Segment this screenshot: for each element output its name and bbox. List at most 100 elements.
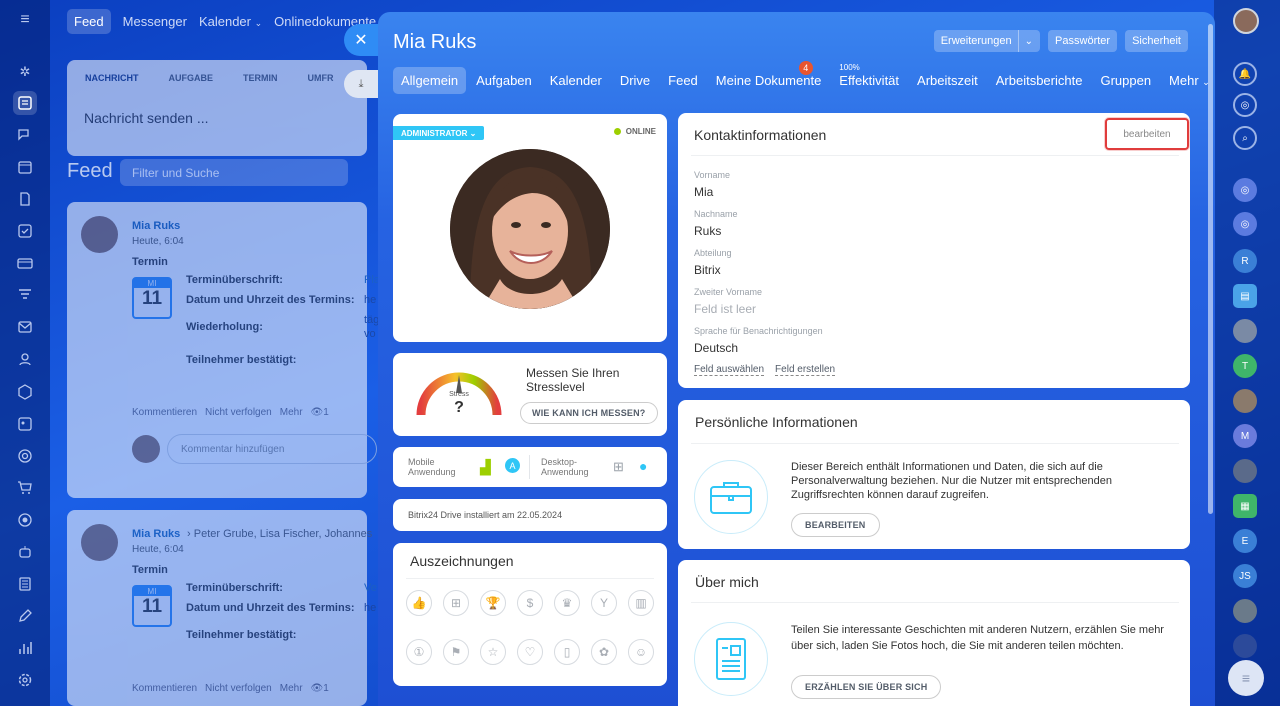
bell-icon[interactable]: 🔔: [1233, 62, 1257, 86]
chat-avatar-photo-4[interactable]: [1233, 599, 1257, 623]
unfollow-link[interactable]: Nicht verfolgen: [205, 407, 272, 418]
flower-icon[interactable]: ✿: [591, 639, 617, 665]
android-icon[interactable]: ▟: [480, 459, 491, 476]
money-bag-icon[interactable]: $: [517, 590, 543, 616]
copilot-icon[interactable]: ◎: [1233, 93, 1257, 117]
post-author[interactable]: Mia Ruks: [132, 220, 180, 232]
passwords-button[interactable]: Passwörter: [1048, 30, 1118, 52]
thumbs-up-icon[interactable]: 👍: [406, 590, 432, 616]
chat-avatar-photo[interactable]: [1233, 319, 1257, 343]
measure-stress-button[interactable]: WIE KANN ICH MESSEN?: [520, 402, 658, 424]
contacts-icon[interactable]: [13, 412, 37, 436]
close-slider-button[interactable]: ✕: [344, 24, 378, 56]
chat-avatar-e[interactable]: E: [1233, 529, 1257, 553]
chat-menu-button[interactable]: ≡: [1228, 660, 1264, 696]
chat-avatar-t[interactable]: T: [1233, 354, 1257, 378]
tab-calendar[interactable]: Kalender: [542, 67, 610, 94]
copilot-chat-icon-2[interactable]: ◎: [1233, 212, 1257, 236]
search-chat-icon[interactable]: ⌕: [1233, 126, 1257, 150]
scrollbar[interactable]: [1208, 24, 1213, 514]
chat-avatar-photo-2[interactable]: [1233, 389, 1257, 413]
cake-icon[interactable]: ▥: [628, 590, 654, 616]
heart-icon[interactable]: ♡: [517, 639, 543, 665]
cocktail-icon[interactable]: Y: [591, 590, 617, 616]
composer-tab-message[interactable]: NACHRICHT: [85, 73, 139, 83]
analytics-icon[interactable]: [13, 636, 37, 660]
create-field-link[interactable]: Feld erstellen: [775, 364, 836, 376]
tab-work-reports[interactable]: Arbeitsberichte: [988, 67, 1091, 94]
comment-input[interactable]: Kommentar hinzufügen: [167, 434, 377, 464]
target-icon[interactable]: [13, 444, 37, 468]
crown-icon[interactable]: ♛: [554, 590, 580, 616]
pen-icon[interactable]: [13, 604, 37, 628]
tab-general[interactable]: Allgemein: [393, 67, 467, 94]
chat-avatar-r[interactable]: R: [1233, 249, 1257, 273]
sparkle-icon[interactable]: ✲: [13, 60, 37, 84]
more-link[interactable]: Mehr: [280, 683, 303, 694]
tab-drive[interactable]: Drive: [612, 67, 658, 94]
unfollow-link[interactable]: Nicht verfolgen: [205, 683, 272, 694]
beer-icon[interactable]: ▯: [554, 639, 580, 665]
windows-icon[interactable]: ⊞: [613, 459, 624, 475]
edit-contact-button[interactable]: bearbeiten: [1105, 118, 1189, 150]
chat-avatar-photo-3[interactable]: [1233, 459, 1257, 483]
menu-icon[interactable]: ≡: [13, 8, 37, 32]
tab-tasks[interactable]: Aufgaben: [468, 67, 540, 94]
chat-icon[interactable]: [13, 123, 37, 147]
document-icon[interactable]: [13, 187, 37, 211]
robot-icon[interactable]: [13, 540, 37, 564]
composer-tab-poll[interactable]: UMFR: [308, 73, 334, 83]
tab-groups[interactable]: Gruppen: [1092, 67, 1159, 94]
filter-icon[interactable]: [13, 283, 37, 307]
tab-my-documents[interactable]: Meine Dokumente 4: [708, 61, 830, 94]
profile-photo[interactable]: [450, 149, 610, 309]
star-icon[interactable]: ☆: [480, 639, 506, 665]
tasks-icon[interactable]: [13, 219, 37, 243]
chat-avatar-group[interactable]: ▤: [1233, 284, 1257, 308]
nav-calendar[interactable]: Kalender ⌄: [199, 14, 262, 29]
copilot-chat-icon[interactable]: ◎: [1233, 178, 1257, 202]
smile-icon[interactable]: ☺: [628, 639, 654, 665]
filter-search-input[interactable]: Filter und Suche: [120, 159, 348, 186]
apple-icon[interactable]: ●: [639, 458, 647, 474]
composer-tab-event[interactable]: TERMIN: [243, 73, 278, 83]
tell-about-yourself-button[interactable]: ERZÄHLEN SIE ÜBER SICH: [791, 675, 942, 699]
more-link[interactable]: Mehr: [280, 407, 303, 418]
chat-avatar-m[interactable]: M: [1233, 424, 1257, 448]
cart-icon[interactable]: [13, 476, 37, 500]
chat-avatar-doc[interactable]: ▦: [1233, 494, 1257, 518]
trophy-icon[interactable]: 🏆: [480, 590, 506, 616]
tab-more[interactable]: Mehr ⌄: [1161, 67, 1215, 94]
extensions-button[interactable]: Erweiterungen ⌄: [933, 30, 1041, 52]
message-input[interactable]: Nachricht senden ...: [84, 110, 209, 126]
building-icon[interactable]: [13, 572, 37, 596]
select-field-link[interactable]: Feld auswählen: [694, 364, 765, 376]
settings-icon[interactable]: [13, 668, 37, 692]
post-author[interactable]: Mia Ruks: [132, 528, 180, 540]
edit-personal-button[interactable]: BEARBEITEN: [791, 513, 880, 537]
avatar[interactable]: [81, 524, 118, 561]
mail-icon[interactable]: [13, 315, 37, 339]
calendar-icon[interactable]: [13, 155, 37, 179]
user-avatar[interactable]: [1233, 8, 1259, 34]
feed-icon[interactable]: [13, 91, 37, 115]
tab-working-time[interactable]: Arbeitszeit: [909, 67, 986, 94]
number-one-icon[interactable]: ①: [406, 639, 432, 665]
gift-icon[interactable]: ⊞: [443, 590, 469, 616]
card-icon[interactable]: [13, 251, 37, 275]
avatar[interactable]: [81, 216, 118, 253]
comment-link[interactable]: Kommentieren: [132, 683, 197, 694]
users-icon[interactable]: [13, 347, 37, 371]
composer-tab-task[interactable]: AUFGABE: [169, 73, 214, 83]
minimize-slider-button[interactable]: ⤓: [344, 70, 378, 98]
appstore-icon[interactable]: A: [505, 458, 520, 473]
comment-link[interactable]: Kommentieren: [132, 407, 197, 418]
chat-avatar-js[interactable]: JS: [1233, 564, 1257, 588]
tab-efficiency[interactable]: 100% Effektivität: [831, 63, 907, 94]
chat-avatar-partial[interactable]: [1233, 634, 1257, 658]
nav-messenger[interactable]: Messenger: [123, 14, 187, 29]
support-icon[interactable]: [13, 508, 37, 532]
tab-feed[interactable]: Feed: [660, 67, 706, 94]
security-button[interactable]: Sicherheit: [1125, 30, 1188, 52]
flag-icon[interactable]: ⚑: [443, 639, 469, 665]
